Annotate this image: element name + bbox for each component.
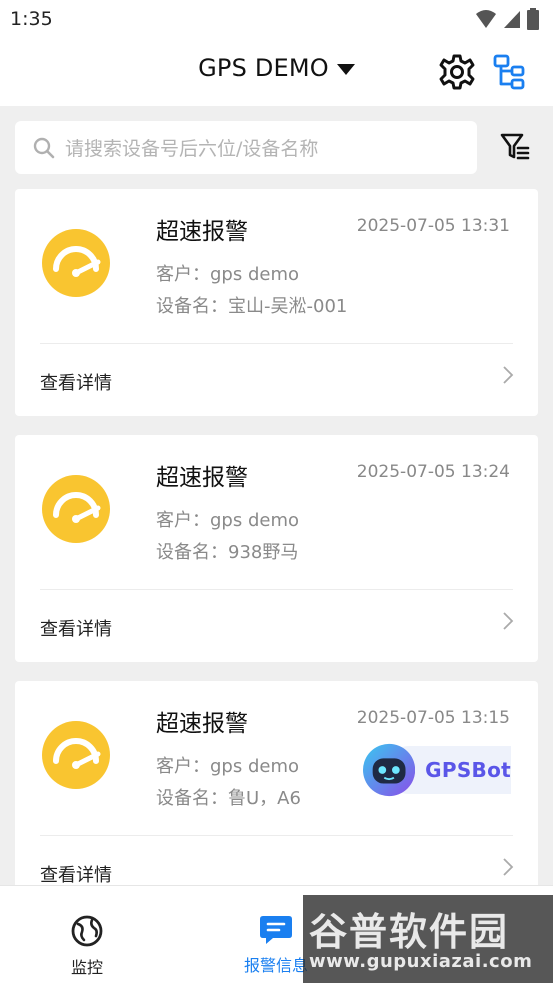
gpsbot-label: GPSBot (425, 758, 511, 782)
page-title: GPS DEMO (198, 54, 329, 82)
alarm-time: 2025-07-05 13:31 (356, 216, 510, 236)
search-input[interactable]: 请搜索设备号后六位/设备名称 (15, 121, 477, 174)
nav-item-monitor[interactable]: 监控 (37, 914, 137, 978)
chevron-right-icon[interactable] (502, 857, 514, 877)
robot-icon (363, 743, 416, 797)
nav-label-monitor: 监控 (70, 958, 103, 977)
status-icons (475, 8, 539, 30)
gpsbot-assistant-button[interactable]: GPSBot (363, 742, 511, 798)
alarm-title: 超速报警 (156, 465, 248, 491)
app-header: GPS DEMO (0, 38, 553, 106)
caret-down-icon (336, 63, 355, 75)
alarm-device-name: 设备名：938野马 (156, 542, 299, 563)
divider (40, 589, 513, 590)
alarm-customer: 客户：gps demo (156, 510, 299, 531)
wifi-icon (476, 10, 496, 28)
alarm-customer: 客户：gps demo (156, 756, 299, 777)
alarm-time: 2025-07-05 13:15 (356, 708, 510, 728)
battery-icon (527, 8, 539, 30)
speedometer-icon (42, 721, 110, 789)
alarm-device-name: 设备名：鲁U，A6 (156, 788, 301, 809)
watermark-url: www.gupuxiazai.com (309, 951, 533, 972)
view-details-link[interactable]: 查看详情 (40, 861, 112, 887)
search-placeholder: 请搜索设备号后六位/设备名称 (65, 138, 319, 160)
alarm-title: 超速报警 (156, 219, 248, 245)
alarm-card[interactable]: 超速报警 2025-07-05 13:31 客户：gps demo 设备名：宝山… (15, 189, 538, 416)
view-details-link[interactable]: 查看详情 (40, 615, 112, 641)
alarm-device-name: 设备名：宝山-吴淞-001 (156, 296, 348, 317)
status-time: 1:35 (10, 8, 53, 30)
alarm-time: 2025-07-05 13:24 (356, 462, 510, 482)
filter-icon[interactable] (499, 131, 531, 163)
alarm-customer: 客户：gps demo (156, 264, 299, 285)
gear-icon[interactable] (438, 53, 476, 91)
monitor-globe-icon (71, 915, 103, 947)
view-details-link[interactable]: 查看详情 (40, 369, 112, 395)
device-tree-icon[interactable] (492, 53, 526, 91)
divider (40, 343, 513, 344)
chevron-right-icon[interactable] (502, 611, 514, 631)
signal-icon (504, 11, 520, 28)
watermark-title: 谷普软件园 (309, 910, 510, 954)
message-icon (260, 916, 292, 944)
search-icon (33, 137, 55, 158)
alarm-card[interactable]: 超速报警 2025-07-05 13:24 客户：gps demo 设备名：93… (15, 435, 538, 662)
watermark: 谷普软件园 www.gupuxiazai.com (303, 895, 553, 983)
chevron-right-icon[interactable] (502, 365, 514, 385)
alarm-title: 超速报警 (156, 711, 248, 737)
speedometer-icon (42, 229, 110, 297)
divider (40, 835, 513, 836)
status-bar: 1:35 (0, 0, 553, 38)
speedometer-icon (42, 475, 110, 543)
